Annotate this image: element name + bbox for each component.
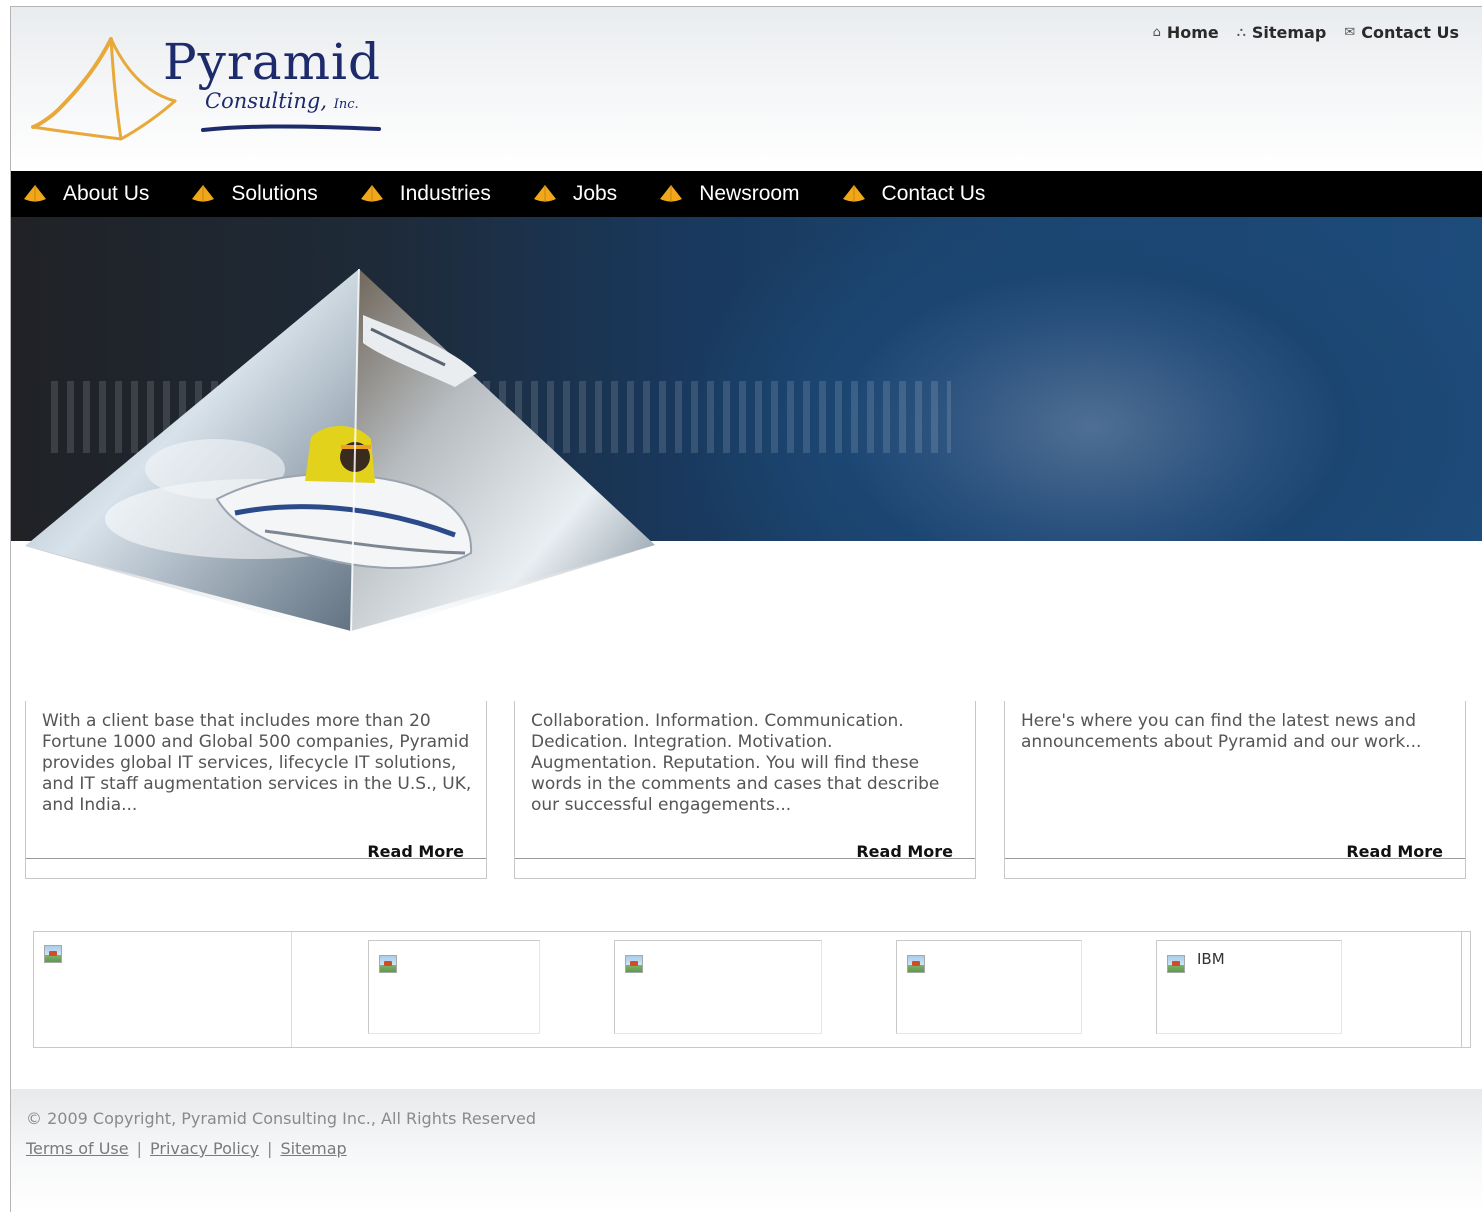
- logo-sub-text: Consulting,: [205, 89, 328, 113]
- info-box-text: Collaboration. Information. Communicatio…: [531, 711, 940, 815]
- top-link-label: Contact Us: [1361, 23, 1459, 42]
- nav-item-solutions[interactable]: Solutions: [191, 182, 318, 206]
- footer: © 2009 Copyright, Pyramid Consulting Inc…: [11, 1089, 1482, 1212]
- home-icon: ⌂: [1152, 25, 1161, 40]
- pyramid-logo-icon: [31, 37, 177, 141]
- client-logo-ibm[interactable]: IBM: [1156, 940, 1342, 1034]
- main-nav: About Us Solutions Industries Jobs Newsr…: [11, 171, 1482, 217]
- nav-item-jobs[interactable]: Jobs: [533, 182, 617, 206]
- nav-item-newsroom[interactable]: Newsroom: [659, 182, 800, 206]
- pyramid-bullet-icon: [533, 185, 556, 202]
- info-box-solutions: Collaboration. Information. Communicatio…: [514, 701, 976, 879]
- info-box-text: Here's where you can find the latest new…: [1021, 711, 1422, 752]
- client-logo-alt: IBM: [1197, 950, 1225, 968]
- nav-item-contact-us[interactable]: Contact Us: [842, 182, 986, 206]
- pyramid-bullet-icon: [360, 185, 383, 202]
- footer-link-sitemap[interactable]: Sitemap: [280, 1139, 346, 1158]
- footer-separator: |: [267, 1139, 273, 1158]
- top-link-label: Sitemap: [1251, 23, 1327, 42]
- top-link-home[interactable]: ⌂ Home: [1153, 23, 1219, 42]
- nav-label: Newsroom: [699, 182, 800, 205]
- divider: [1461, 932, 1462, 1047]
- pyramid-bullet-icon: [192, 185, 215, 202]
- broken-image-icon: [379, 955, 397, 973]
- divider: [515, 858, 975, 859]
- info-box-newsroom: Here's where you can find the latest new…: [1004, 701, 1466, 879]
- top-link-label: Home: [1166, 23, 1219, 42]
- info-box-about: With a client base that includes more th…: [25, 701, 487, 879]
- broken-image-icon: [907, 955, 925, 973]
- client-logos-strip: IBM: [33, 931, 1471, 1048]
- pyramid-bullet-icon: [24, 185, 46, 202]
- utility-links: ⌂ Home ⛬ Sitemap ✉ Contact Us: [1153, 23, 1459, 42]
- logo-suffix: Inc.: [333, 97, 359, 112]
- pyramid-bullet-icon: [660, 185, 683, 202]
- logo-tagline: Consulting, Inc.: [205, 89, 359, 113]
- nav-item-industries[interactable]: Industries: [360, 182, 491, 206]
- envelope-icon: ✉: [1344, 25, 1356, 40]
- info-box-text: With a client base that includes more th…: [42, 711, 472, 815]
- sitemap-icon: ⛬: [1236, 25, 1246, 40]
- header: Pyramid Consulting, Inc. ⌂ Home ⛬ Sitema…: [11, 7, 1482, 171]
- client-logo[interactable]: [34, 932, 292, 1047]
- hero-pyramid-image: [25, 269, 655, 639]
- footer-link-privacy[interactable]: Privacy Policy: [150, 1139, 259, 1158]
- nav-label: Industries: [399, 182, 491, 205]
- broken-image-icon: [1167, 955, 1185, 973]
- divider: [26, 858, 486, 859]
- client-logo[interactable]: [368, 940, 540, 1034]
- footer-separator: |: [136, 1139, 142, 1158]
- broken-image-icon: [625, 955, 643, 973]
- top-link-sitemap[interactable]: ⛬ Sitemap: [1237, 23, 1327, 42]
- nav-label: About Us: [63, 182, 150, 205]
- logo-brush-stroke: [201, 124, 381, 132]
- top-link-contact[interactable]: ✉ Contact Us: [1344, 23, 1459, 42]
- copyright-text: © 2009 Copyright, Pyramid Consulting Inc…: [26, 1109, 536, 1128]
- nav-label: Solutions: [231, 182, 318, 205]
- client-logo[interactable]: [614, 940, 822, 1034]
- client-logo[interactable]: [896, 940, 1082, 1034]
- nav-label: Contact Us: [881, 182, 986, 205]
- broken-image-icon: [44, 945, 62, 963]
- logo[interactable]: Pyramid Consulting, Inc.: [29, 29, 409, 149]
- page: Pyramid Consulting, Inc. ⌂ Home ⛬ Sitema…: [10, 6, 1482, 1212]
- nav-label: Jobs: [572, 182, 618, 205]
- footer-link-terms[interactable]: Terms of Use: [26, 1139, 129, 1158]
- nav-item-about-us[interactable]: About Us: [23, 182, 149, 206]
- divider: [1005, 858, 1465, 859]
- footer-links: Terms of Use | Privacy Policy | Sitemap: [26, 1139, 347, 1158]
- pyramid-bullet-icon: [842, 185, 865, 202]
- logo-wordmark: Pyramid: [163, 33, 382, 91]
